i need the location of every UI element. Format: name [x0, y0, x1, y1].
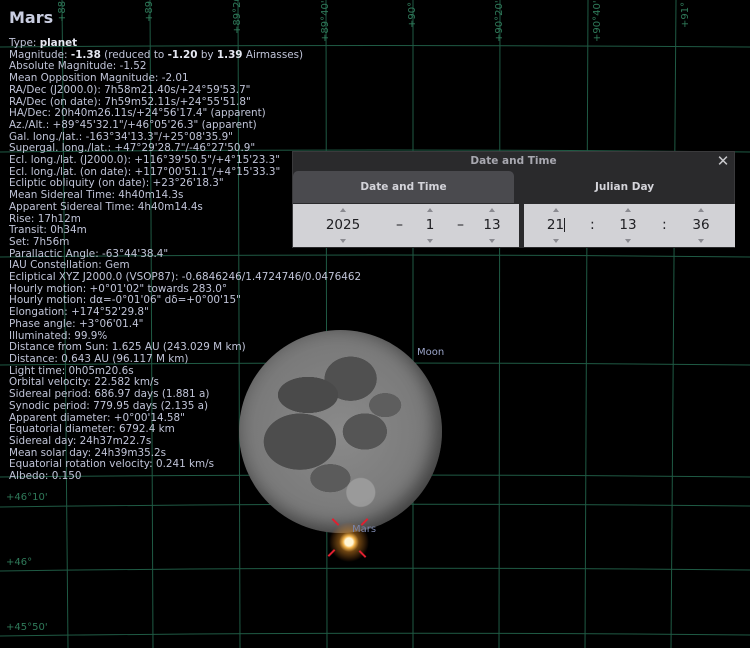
spin-up-icon[interactable]	[489, 208, 495, 212]
date-fieldbox: 2025 – 1 – 13	[293, 204, 519, 247]
minute-spinbox[interactable]: 13	[611, 204, 645, 247]
spin-up-icon[interactable]	[340, 208, 346, 212]
grid-label-dec: +46°10'	[6, 492, 48, 503]
date-separator: –	[396, 217, 403, 233]
date-separator: –	[457, 217, 464, 233]
spin-down-icon[interactable]	[553, 239, 559, 243]
info-row: Synodic period: 779.95 days (2.135 a)	[9, 399, 209, 412]
year-value: 2025	[325, 217, 361, 233]
text-cursor	[564, 218, 566, 232]
time-separator: :	[590, 217, 595, 233]
spin-up-icon[interactable]	[427, 208, 433, 212]
time-separator: :	[662, 217, 667, 233]
info-row: Phase angle: +3°06'01.4"	[9, 317, 144, 330]
moon-label: Moon	[417, 347, 445, 358]
info-rows: Absolute Magnitude: -1.52 Mean Opposition…	[9, 61, 361, 482]
year-spinbox[interactable]: 2025	[311, 204, 375, 247]
info-row: Az./Alt.: +89°45'32.1"/+46°05'26.3" (app…	[9, 118, 257, 131]
month-value: 1	[425, 217, 435, 233]
date-time-dialog[interactable]: Date and Time ✕ Date and Time Julian Day…	[292, 151, 735, 248]
month-spinbox[interactable]: 1	[415, 204, 445, 247]
mars-label: Mars	[352, 524, 377, 535]
info-row: Ecliptical XYZ J2000.0 (VSOP87): -0.6846…	[9, 271, 362, 284]
info-row: RA/Dec (J2000.0): 7h58m21.40s/+24°59'53.…	[9, 83, 251, 96]
info-row: Sidereal day: 24h37m22.7s	[9, 434, 152, 447]
grid-label-ra: +90°	[407, 1, 418, 28]
tab-julian-day[interactable]: Julian Day	[515, 171, 734, 203]
grid-label-ra: +90°40'	[592, 0, 603, 42]
second-value: 36	[692, 217, 710, 233]
second-spinbox[interactable]: 36	[682, 204, 720, 247]
date-time-fields: 2025 – 1 – 13 21 : 13: 36	[293, 203, 735, 248]
dialog-title[interactable]: Date and Time	[293, 152, 734, 170]
day-spinbox[interactable]: 13	[476, 204, 508, 247]
grid-label-dec: +45°50'	[6, 622, 48, 633]
spin-down-icon[interactable]	[340, 239, 346, 243]
spin-down-icon[interactable]	[625, 239, 631, 243]
spin-up-icon[interactable]	[553, 208, 559, 212]
grid-label-ra: +90°20'	[494, 0, 505, 42]
object-name: Mars	[9, 8, 54, 27]
hour-value: 21	[546, 217, 565, 233]
time-fieldbox: 21 : 13 : 36	[524, 204, 735, 247]
spin-down-icon[interactable]	[427, 239, 433, 243]
hour-spinbox[interactable]: 21	[540, 204, 572, 247]
spin-up-icon[interactable]	[625, 208, 631, 212]
spin-down-icon[interactable]	[489, 239, 495, 243]
minute-value: 13	[619, 217, 637, 233]
spin-up-icon[interactable]	[698, 208, 704, 212]
info-row: Albedo: 0.150	[9, 470, 82, 483]
grid-label-ra: +91°	[680, 1, 691, 28]
day-value: 13	[483, 217, 501, 233]
close-icon[interactable]: ✕	[716, 153, 730, 169]
tab-date-and-time[interactable]: Date and Time	[293, 171, 514, 203]
grid-label-dec: +46°	[6, 557, 33, 568]
info-row: Distance: 0.643 AU (96.117 M km)	[9, 352, 189, 365]
spin-down-icon[interactable]	[698, 239, 704, 243]
